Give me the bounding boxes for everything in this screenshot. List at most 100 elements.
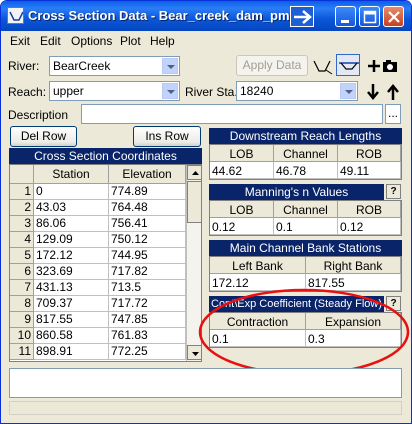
- downstream-rob-cell[interactable]: 49.11: [338, 162, 401, 179]
- app-icon: [7, 7, 24, 24]
- menu-bar: Exit Edit Options Plot Help: [1, 32, 411, 50]
- left-bank-cell[interactable]: 172.12: [210, 274, 306, 291]
- chevron-down-icon[interactable]: [162, 58, 178, 74]
- downstream-header: Downstream Reach Lengths: [209, 128, 402, 144]
- lob-header: LOB: [210, 201, 274, 218]
- contraction-cell[interactable]: 0.1: [210, 330, 306, 347]
- description-field[interactable]: [81, 104, 383, 124]
- mannings-lob-cell[interactable]: 0.12: [210, 218, 274, 235]
- expansion-cell[interactable]: 0.3: [306, 330, 401, 347]
- rob-header: ROB: [338, 145, 401, 162]
- river-select[interactable]: BearCreek: [49, 56, 180, 76]
- station-cell[interactable]: 86.06: [34, 216, 109, 232]
- station-cell[interactable]: 431.13: [34, 280, 109, 296]
- status-bar: [9, 401, 402, 415]
- station-column-header: Station: [34, 165, 109, 184]
- station-cell[interactable]: 323.69: [34, 264, 109, 280]
- row-number: 2: [10, 200, 34, 216]
- menu-help[interactable]: Help: [150, 34, 175, 48]
- bank-stations-header: Main Channel Bank Stations: [209, 240, 402, 256]
- right-bank-header: Right Bank: [306, 257, 401, 274]
- add-picture-icon[interactable]: [365, 54, 399, 76]
- elevation-cell[interactable]: 717.72: [109, 296, 186, 312]
- coefficients-help-button[interactable]: ?: [386, 296, 401, 311]
- plot-xs-icon[interactable]: [310, 54, 334, 76]
- arrow-up-icon[interactable]: [383, 80, 401, 102]
- xs-coords-table: Station Elevation 1 0 774.89 2 43.03 764.48 3 8…: [9, 164, 202, 362]
- row-number: 4: [10, 232, 34, 248]
- station-cell[interactable]: 709.37: [34, 296, 109, 312]
- mannings-help-button[interactable]: ?: [386, 184, 401, 199]
- xs-coords-scrollbar[interactable]: [186, 165, 202, 361]
- river-sta-value: 18240: [240, 84, 274, 98]
- scroll-thumb[interactable]: [187, 181, 202, 223]
- station-cell[interactable]: 43.03: [34, 200, 109, 216]
- expansion-header: Expansion: [306, 313, 401, 330]
- river-sta-label: River Sta.:: [185, 85, 242, 99]
- apply-data-button[interactable]: Apply Data: [236, 55, 308, 76]
- station-cell[interactable]: 860.58: [34, 328, 109, 344]
- downstream-channel-cell[interactable]: 46.78: [274, 162, 338, 179]
- elevation-cell[interactable]: 774.89: [109, 184, 186, 200]
- arrow-down-icon[interactable]: [363, 80, 381, 102]
- elevation-cell[interactable]: 713.5: [109, 280, 186, 296]
- mannings-channel-cell[interactable]: 0.1: [274, 218, 338, 235]
- maximize-button[interactable]: [359, 6, 380, 27]
- elevation-cell[interactable]: 717.82: [109, 264, 186, 280]
- row-number: 6: [10, 264, 34, 280]
- reach-label: Reach:: [8, 85, 47, 99]
- message-box: [9, 368, 402, 398]
- station-cell[interactable]: 129.09: [34, 232, 109, 248]
- close-button[interactable]: [383, 6, 404, 27]
- scroll-down-button[interactable]: [187, 345, 202, 360]
- coefficients-table: Contraction Expansion 0.1 0.3: [209, 312, 402, 348]
- downstream-lob-cell[interactable]: 44.62: [210, 162, 274, 179]
- elevation-cell[interactable]: 747.85: [109, 312, 186, 328]
- elevation-cell[interactable]: 764.48: [109, 200, 186, 216]
- chevron-down-icon[interactable]: [340, 83, 356, 99]
- right-bank-cell[interactable]: 817.55: [306, 274, 401, 291]
- river-label: River:: [8, 59, 40, 73]
- row-number: 9: [10, 312, 34, 328]
- station-cell[interactable]: 898.91: [34, 344, 109, 360]
- row-number: 3: [10, 216, 34, 232]
- del-row-button[interactable]: Del Row: [10, 126, 77, 147]
- title-bar[interactable]: Cross Section Data - Bear_creek_dam_pm: [1, 1, 411, 31]
- menu-edit[interactable]: Edit: [40, 34, 61, 48]
- menu-options[interactable]: Options: [71, 34, 112, 48]
- river-sta-select[interactable]: 18240: [236, 81, 358, 101]
- description-edit-button[interactable]: ...: [385, 104, 401, 124]
- channel-header: Channel: [274, 201, 338, 218]
- arrow-right-icon: [290, 6, 314, 27]
- channel-section-icon[interactable]: [336, 54, 360, 76]
- mannings-header: Manning's n Values: [209, 184, 384, 200]
- chevron-down-icon[interactable]: [162, 83, 178, 99]
- lob-header: LOB: [210, 145, 274, 162]
- elevation-cell[interactable]: 750.12: [109, 232, 186, 248]
- mannings-rob-cell[interactable]: 0.12: [338, 218, 401, 235]
- station-cell[interactable]: 0: [34, 184, 109, 200]
- row-number: 8: [10, 296, 34, 312]
- elevation-cell[interactable]: 761.83: [109, 328, 186, 344]
- reach-value: upper: [53, 84, 84, 98]
- elevation-column-header: Elevation: [109, 165, 186, 184]
- row-number-header: [10, 165, 34, 184]
- station-cell[interactable]: 817.55: [34, 312, 109, 328]
- minimize-button[interactable]: [335, 6, 356, 27]
- rob-header: ROB: [338, 201, 401, 218]
- left-bank-header: Left Bank: [210, 257, 306, 274]
- menu-plot[interactable]: Plot: [120, 34, 141, 48]
- elevation-cell[interactable]: 756.41: [109, 216, 186, 232]
- mannings-table: LOB Channel ROB 0.12 0.1 0.12: [209, 200, 402, 236]
- scroll-up-button[interactable]: [187, 165, 202, 180]
- xs-coords-header: Cross Section Coordinates: [9, 148, 202, 164]
- station-cell[interactable]: 172.12: [34, 248, 109, 264]
- elevation-cell[interactable]: 772.25: [109, 344, 186, 360]
- elevation-cell[interactable]: 744.95: [109, 248, 186, 264]
- window-title: Cross Section Data - Bear_creek_dam_pm: [28, 8, 290, 23]
- reach-select[interactable]: upper: [49, 81, 180, 101]
- description-label: Description: [8, 108, 69, 122]
- ins-row-button[interactable]: Ins Row: [133, 126, 201, 147]
- menu-exit[interactable]: Exit: [10, 34, 30, 48]
- coefficients-header: Cont\Exp Coefficient (Steady Flow): [209, 296, 384, 312]
